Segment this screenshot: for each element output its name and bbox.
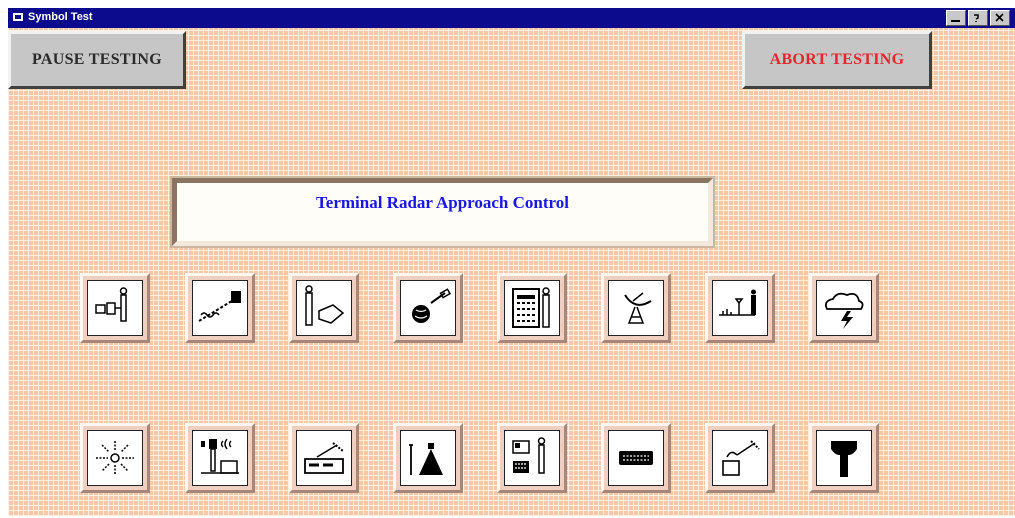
symbol-button-11[interactable]	[289, 423, 359, 493]
symbol-button-5[interactable]	[497, 273, 567, 343]
radar-console-icon	[512, 437, 546, 474]
title-bar: Symbol Test	[8, 8, 1015, 28]
tower-vehicle-icon	[305, 285, 345, 326]
satellite-globe-icon	[412, 288, 451, 323]
symbol-button-8[interactable]	[809, 273, 879, 343]
display-unit-icon	[619, 451, 653, 465]
mobile-dish-icon	[722, 440, 760, 476]
symbol-button-3[interactable]	[289, 273, 359, 343]
antenna-mountain-icon	[409, 443, 443, 475]
radar-station-icon	[95, 287, 128, 322]
uplink-truck-icon	[304, 442, 344, 474]
symbol-button-1[interactable]	[80, 273, 150, 343]
control-building-icon	[512, 287, 550, 328]
symbol-button-6[interactable]	[601, 273, 671, 343]
app-icon	[13, 13, 23, 21]
symbol-button-9[interactable]	[80, 423, 150, 493]
window-title: Symbol Test	[28, 11, 93, 23]
abort-testing-button[interactable]: ABORT TESTING	[742, 31, 932, 89]
close-icon	[995, 13, 1004, 22]
symbol-button-12[interactable]	[393, 423, 463, 493]
test-panel: PAUSE TESTING ABORT TESTING Terminal Rad…	[8, 28, 1015, 516]
pause-testing-button[interactable]: PAUSE TESTING	[8, 31, 186, 89]
symbol-button-15[interactable]	[705, 423, 775, 493]
close-button[interactable]	[990, 10, 1010, 26]
help-button[interactable]	[968, 10, 988, 26]
telemetry-link-icon	[198, 291, 241, 322]
relay-station-icon	[201, 438, 239, 474]
minimize-icon	[951, 20, 960, 22]
symbol-button-2[interactable]	[185, 273, 255, 343]
minimize-button[interactable]	[946, 10, 966, 26]
category-banner: Terminal Radar Approach Control	[170, 176, 715, 248]
signal-burst-icon	[96, 441, 134, 475]
symbol-button-13[interactable]	[497, 423, 567, 493]
help-icon	[974, 14, 979, 22]
storm-cloud-icon	[824, 292, 864, 329]
control-tower-icon	[831, 441, 857, 477]
antenna-array-icon	[719, 289, 756, 316]
symbol-button-4[interactable]	[393, 273, 463, 343]
symbol-button-16[interactable]	[809, 423, 879, 493]
symbol-button-7[interactable]	[705, 273, 775, 343]
symbol-button-14[interactable]	[601, 423, 671, 493]
symbol-button-10[interactable]	[185, 423, 255, 493]
satellite-dish-icon	[624, 292, 652, 324]
category-label: Terminal Radar Approach Control	[316, 193, 569, 212]
